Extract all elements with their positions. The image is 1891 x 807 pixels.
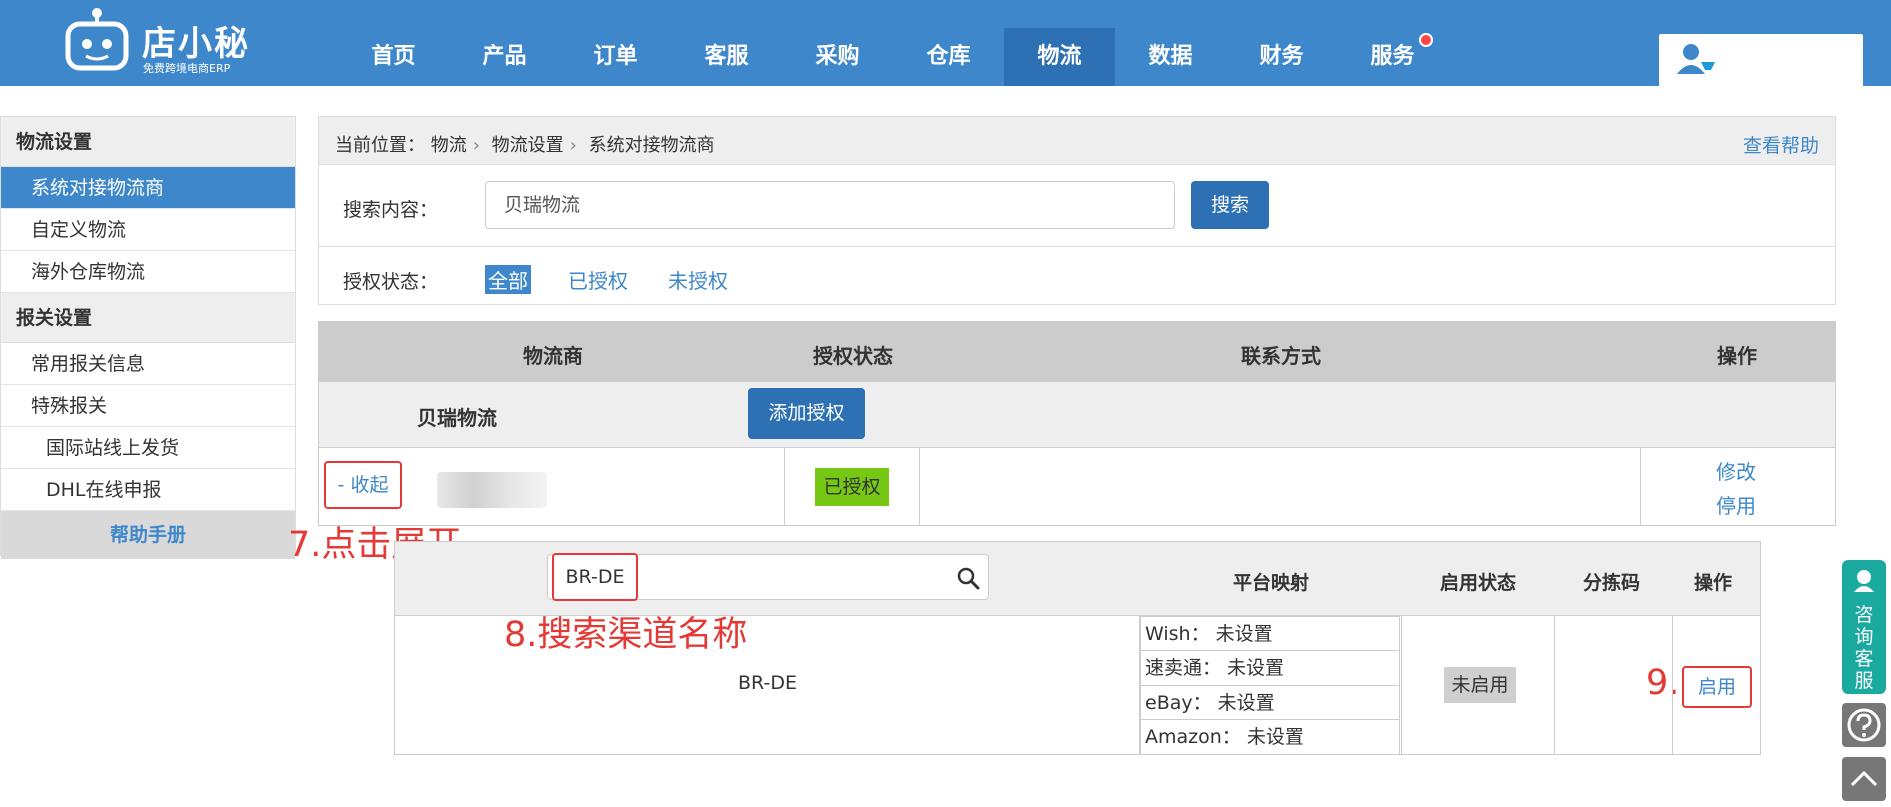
breadcrumb-prefix: 当前位置： (335, 135, 425, 156)
column-divider (1554, 616, 1555, 755)
sidebar: 物流设置 系统对接物流商 自定义物流 海外仓库物流 报关设置 常用报关信息 特殊… (0, 116, 296, 559)
column-divider (919, 448, 920, 525)
search-button[interactable]: 搜索 (1191, 181, 1269, 229)
column-divider (1401, 616, 1402, 755)
main-nav: 首页 产品 订单 客服 采购 仓库 物流 数据 财务 服务 (338, 28, 1448, 86)
logo-text: 店小秘 (142, 24, 250, 64)
header-enable-status: 启用状态 (1440, 572, 1517, 594)
mapping-wish[interactable]: Wish： 未设置 (1140, 616, 1400, 651)
platform-mapping-list: Wish： 未设置 速卖通： 未设置 eBay： 未设置 Amazon： 未设置 (1140, 616, 1400, 755)
search-panel: 当前位置： 物流 › 物流设置 › 系统对接物流商 查看帮助 搜索内容： 贝瑞物流 … (318, 116, 1836, 305)
carrier-table: 物流商 授权状态 联系方式 操作 贝瑞物流 添加授权 - 收起 已授权 修改 停… (318, 321, 1836, 526)
status-badge: 未启用 (1444, 667, 1516, 703)
mapping-amazon[interactable]: Amazon： 未设置 (1140, 720, 1400, 755)
help-question-button[interactable] (1842, 703, 1886, 747)
table-row: 贝瑞物流 添加授权 (319, 382, 1835, 448)
table-row: BR-DE Wish： 未设置 速卖通： 未设置 eBay： 未设置 Amazo… (395, 616, 1760, 755)
channel-table: BR-DE 平台映射 启用状态 分拣码 操作 BR-DE Wish： 未设置 速… (394, 541, 1761, 755)
sidebar-item-system-carriers[interactable]: 系统对接物流商 (1, 167, 295, 209)
breadcrumb: 当前位置： 物流 › 物流设置 › 系统对接物流商 (335, 131, 715, 157)
header-sort-code: 分拣码 (1583, 572, 1641, 594)
channel-search-value: BR-DE (552, 553, 638, 601)
breadcrumb-item-logistics-settings[interactable]: 物流设置 (492, 135, 564, 156)
filter-all[interactable]: 全部 (485, 265, 531, 294)
header-channel-operations: 操作 (1694, 572, 1733, 594)
nav-customer-service[interactable]: 客服 (671, 28, 782, 86)
nav-home[interactable]: 首页 (338, 28, 449, 86)
column-divider (784, 448, 785, 525)
carrier-table-header: 物流商 授权状态 联系方式 操作 (319, 322, 1835, 382)
sidebar-section-logistics-settings: 物流设置 (1, 117, 295, 167)
search-input[interactable]: 贝瑞物流 (485, 181, 1175, 229)
edit-link[interactable]: 修改 (1716, 456, 1756, 485)
headset-icon (1854, 570, 1874, 592)
sidebar-item-custom-logistics[interactable]: 自定义物流 (1, 209, 295, 251)
chevron-up-icon (1850, 770, 1878, 787)
channel-name: BR-DE (738, 672, 797, 694)
filter-authorized[interactable]: 已授权 (568, 265, 628, 294)
breadcrumb-item-logistics[interactable]: 物流 (431, 135, 467, 156)
top-navigation-bar: 店小秘 免费跨境电商ERP 首页 产品 订单 客服 采购 仓库 物流 数据 财务… (0, 0, 1891, 86)
sidebar-item-intl-online-shipping[interactable]: 国际站线上发货 (1, 427, 295, 469)
search-icon[interactable] (956, 566, 980, 590)
add-authorization-button[interactable]: 添加授权 (748, 388, 865, 439)
logo-subtitle: 免费跨境电商ERP (143, 62, 231, 75)
nav-orders[interactable]: 订单 (560, 28, 671, 86)
chevron-right-icon: › (472, 135, 480, 156)
header-carrier: 物流商 (523, 344, 583, 368)
chevron-right-icon: › (569, 135, 577, 156)
view-help-link[interactable]: 查看帮助 (1743, 131, 1819, 158)
user-menu[interactable] (1659, 34, 1863, 86)
question-icon (1847, 708, 1881, 742)
mapping-aliexpress[interactable]: 速卖通： 未设置 (1140, 650, 1400, 686)
header-operations: 操作 (1717, 344, 1757, 368)
filter-unauthorized[interactable]: 未授权 (668, 265, 728, 294)
sidebar-section-customs-settings: 报关设置 (1, 293, 295, 343)
nav-logistics[interactable]: 物流 (1004, 28, 1115, 86)
logo[interactable]: 店小秘 免费跨境电商ERP (62, 8, 262, 78)
user-add-icon (1677, 44, 1715, 74)
sidebar-item-overseas-warehouse[interactable]: 海外仓库物流 (1, 251, 295, 293)
enable-button[interactable]: 启用 (1682, 666, 1752, 708)
column-divider (1672, 616, 1673, 755)
authorized-badge: 已授权 (815, 468, 889, 506)
mapping-ebay[interactable]: eBay： 未设置 (1140, 685, 1400, 721)
customer-service-label: 咨询客服 (1854, 604, 1874, 692)
auth-status-label: 授权状态： (343, 271, 439, 293)
channel-table-header: BR-DE 平台映射 启用状态 分拣码 操作 (395, 542, 1760, 616)
customer-service-widget[interactable]: 咨询客服 (1842, 560, 1886, 694)
breadcrumb-item-current: 系统对接物流商 (588, 135, 715, 156)
nav-finance[interactable]: 财务 (1226, 28, 1337, 86)
help-manual-button[interactable]: 帮助手册 (1, 511, 295, 559)
channel-search-input[interactable]: BR-DE (547, 553, 989, 601)
sidebar-item-dhl-declaration[interactable]: DHL在线申报 (1, 469, 295, 511)
header-platform-mapping: 平台映射 (1233, 572, 1310, 594)
blurred-account-name (437, 472, 547, 508)
column-divider (1640, 448, 1641, 525)
nav-data[interactable]: 数据 (1115, 28, 1226, 86)
header-auth-status: 授权状态 (813, 344, 893, 368)
table-row: - 收起 已授权 修改 停用 (319, 448, 1835, 525)
nav-warehouse[interactable]: 仓库 (893, 28, 1004, 86)
robot-logo-icon (65, 8, 129, 71)
header-contact: 联系方式 (1241, 344, 1321, 368)
notification-dot (1419, 33, 1433, 47)
back-to-top-button[interactable] (1842, 757, 1886, 801)
sidebar-item-common-customs[interactable]: 常用报关信息 (1, 343, 295, 385)
auth-status-filter: 授权状态： 全部 已授权 未授权 (319, 247, 1835, 305)
sidebar-item-special-customs[interactable]: 特殊报关 (1, 385, 295, 427)
disable-link[interactable]: 停用 (1716, 490, 1756, 519)
nav-purchasing[interactable]: 采购 (782, 28, 893, 86)
carrier-name: 贝瑞物流 (417, 406, 497, 430)
collapse-button[interactable]: - 收起 (324, 461, 402, 509)
breadcrumb-bar: 当前位置： 物流 › 物流设置 › 系统对接物流商 查看帮助 (319, 117, 1835, 165)
search-label: 搜索内容： (343, 199, 439, 221)
search-row: 搜索内容： 贝瑞物流 搜索 (319, 165, 1835, 247)
nav-products[interactable]: 产品 (449, 28, 560, 86)
